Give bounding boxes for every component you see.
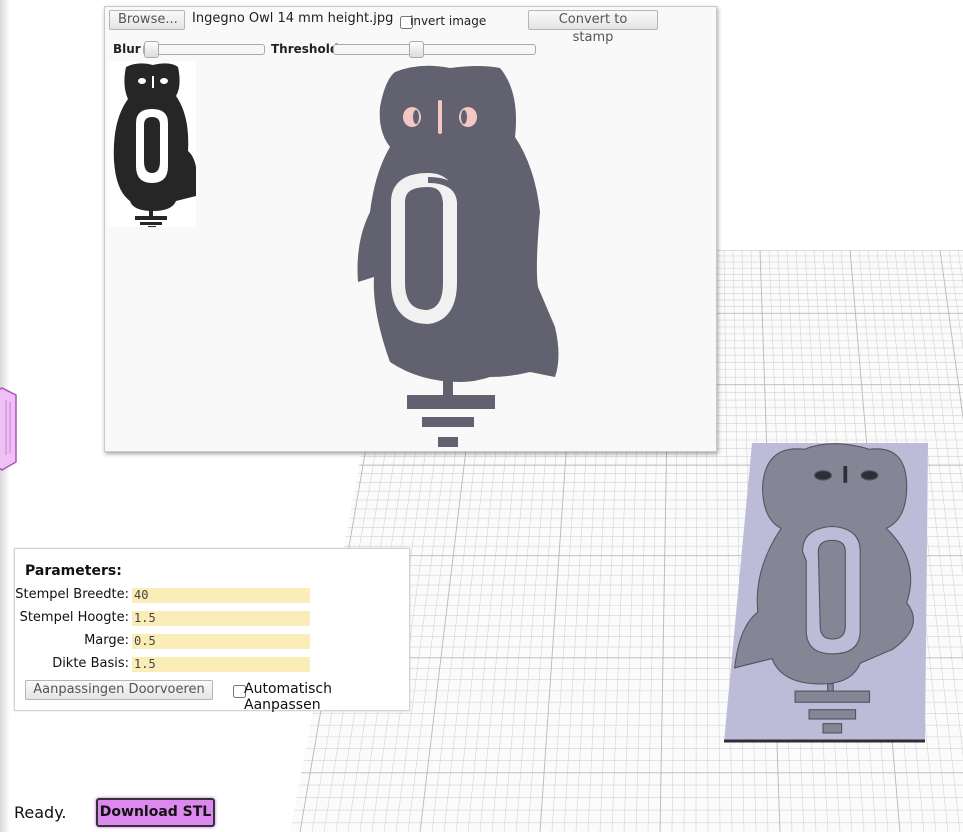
source-image-thumbnail [108, 61, 196, 227]
parameters-panel: Parameters: Stempel Breedte: Stempel Hoo… [14, 548, 410, 713]
stamp-preview-image [357, 65, 559, 447]
side-handle[interactable] [0, 387, 17, 471]
blur-slider-thumb[interactable] [144, 41, 159, 58]
dikte-basis-input[interactable] [132, 657, 310, 672]
stempel-breedte-label: Stempel Breedte: [15, 587, 129, 602]
marge-label: Marge: [84, 633, 129, 648]
image-panel: Browse... Ingegno Owl 14 mm height.jpg i… [104, 6, 717, 452]
browse-button[interactable]: Browse... [109, 10, 185, 30]
blur-label: Blur [113, 42, 141, 56]
threshold-slider[interactable] [333, 41, 536, 58]
threshold-label: Threshold [271, 42, 339, 56]
marge-input[interactable] [132, 634, 310, 649]
stempel-breedte-input[interactable] [132, 588, 310, 603]
status-text: Ready. [14, 803, 67, 822]
apply-changes-button[interactable]: Aanpassingen Doorvoeren [25, 680, 213, 700]
invert-image-label: invert image [410, 14, 487, 28]
threshold-slider-thumb[interactable] [409, 41, 425, 58]
auto-update-label: Automatisch Aanpassen [244, 681, 332, 713]
download-stl-button[interactable]: Download STL [96, 798, 215, 827]
dikte-basis-label: Dikte Basis: [52, 656, 129, 671]
parameters-title: Parameters: [25, 563, 122, 579]
stempel-hoogte-input[interactable] [132, 611, 310, 626]
stamp-model[interactable] [724, 443, 928, 743]
blur-slider[interactable] [143, 41, 265, 58]
stempel-hoogte-label: Stempel Hoogte: [19, 610, 129, 625]
file-name: Ingegno Owl 14 mm height.jpg [192, 11, 394, 26]
convert-to-stamp-button[interactable]: Convert to stamp [528, 10, 658, 45]
